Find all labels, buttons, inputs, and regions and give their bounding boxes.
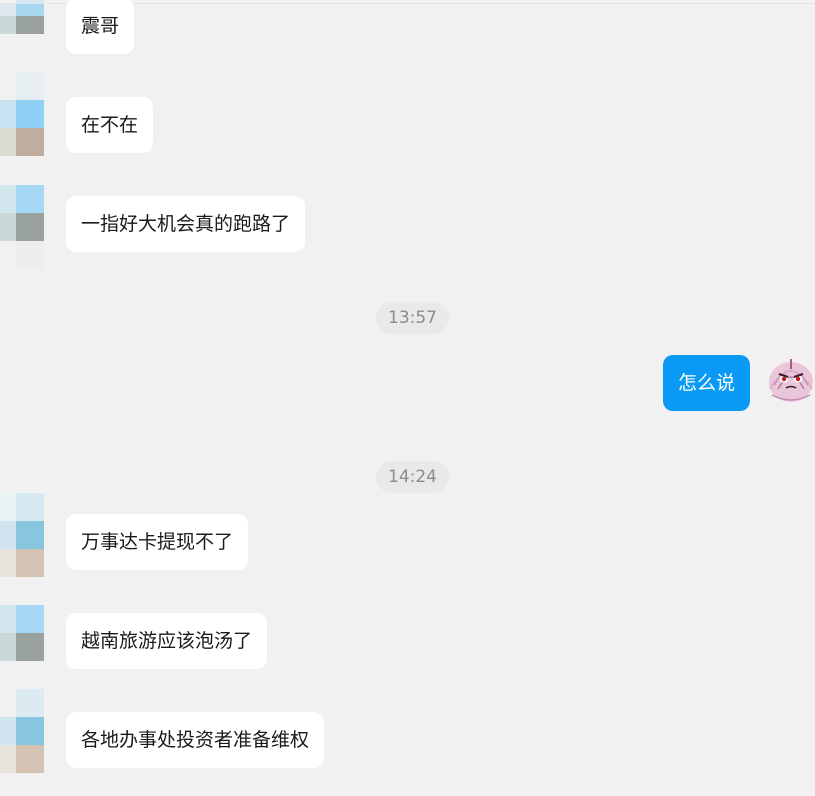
message-bubble[interactable]: 震哥 [66,0,135,54]
message-text: 震哥 [81,15,120,37]
timestamp: 13:57 [376,302,449,334]
contact-avatar-icon[interactable] [0,689,44,773]
message-bubble[interactable]: 一指好大机会真的跑路了 [66,196,306,252]
contact-avatar-icon[interactable] [0,72,44,156]
message-text: 越南旅游应该泡汤了 [81,630,253,652]
message-text: 万事达卡提现不了 [81,531,234,553]
onion-avatar-graphic [766,355,815,405]
message-bubble[interactable]: 各地办事处投资者准备维权 [66,712,325,768]
message-text: 在不在 [81,114,139,136]
outgoing-message-bubble[interactable]: 怎么说 [663,355,751,411]
timestamp: 14:24 [376,461,449,493]
chat-message-list[interactable]: 震哥 在不在 一指好大机会真的跑路了 13:57 怎么说 14:24 万事达卡提… [0,0,815,796]
message-text: 各地办事处投资者准备维权 [81,729,310,751]
contact-avatar-icon[interactable] [0,185,44,269]
message-text: 怎么说 [678,372,736,394]
onion-avatar-icon[interactable] [766,355,815,405]
message-text: 一指好大机会真的跑路了 [81,213,291,235]
contact-avatar-icon[interactable] [0,605,44,689]
contact-avatar-icon[interactable] [0,493,44,577]
contact-avatar-icon[interactable] [0,0,44,72]
message-bubble[interactable]: 越南旅游应该泡汤了 [66,613,268,669]
message-bubble[interactable]: 在不在 [66,97,154,153]
message-bubble[interactable]: 万事达卡提现不了 [66,514,249,570]
